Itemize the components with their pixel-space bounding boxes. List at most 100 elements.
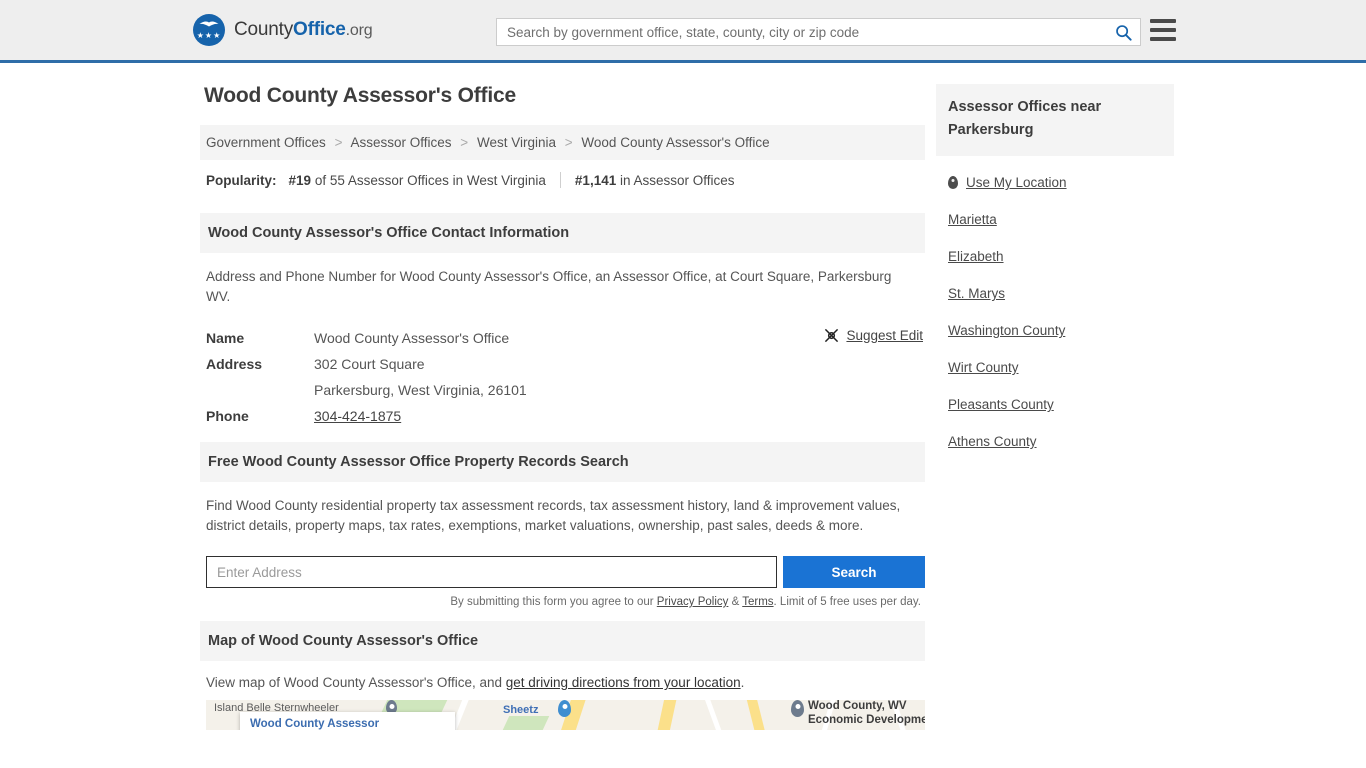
map-description-prefix: View map of Wood County Assessor's Offic… <box>206 675 506 690</box>
contact-table: Suggest Edit Name Wood County Assessor's… <box>200 325 925 429</box>
map-pin-wood-county <box>791 700 804 717</box>
map-description: View map of Wood County Assessor's Offic… <box>200 661 925 700</box>
sidebar-item-pleasants-county[interactable]: Pleasants County <box>948 386 1174 423</box>
map-info-card[interactable]: Wood County Assessor <box>240 712 455 730</box>
disclaimer-suffix: . Limit of 5 free uses per day. <box>773 596 921 608</box>
map-road <box>704 700 723 730</box>
phone-link[interactable]: 304-424-1875 <box>314 408 401 424</box>
disclaimer-prefix: By submitting this form you agree to our <box>450 596 657 608</box>
popularity-overall-rank: #1,141 <box>574 172 617 188</box>
breadcrumb-separator: > <box>334 135 343 150</box>
sidebar-item-label[interactable]: Wirt County <box>948 360 1019 375</box>
logo-highlight: Office <box>293 19 346 40</box>
property-search-button[interactable]: Search <box>783 556 925 588</box>
property-search-section-header: Free Wood County Assessor Office Propert… <box>200 442 925 482</box>
map-label-sheetz: Sheetz <box>503 704 539 716</box>
breadcrumb: Government Offices > Assessor Offices > … <box>200 125 925 160</box>
popularity-divider <box>559 172 561 188</box>
hamburger-bar <box>1150 19 1176 23</box>
edit-icon <box>825 328 839 343</box>
map-road <box>746 700 766 730</box>
contact-row-city-state-zip: Parkersburg, West Virginia, 26101 <box>206 377 925 403</box>
contact-section-header: Wood County Assessor's Office Contact In… <box>200 213 925 253</box>
eagle-wings-icon <box>199 21 219 27</box>
map-road <box>656 700 678 730</box>
sidebar-item-label[interactable]: Washington County <box>948 323 1065 338</box>
sidebar-item-elizabeth[interactable]: Elizabeth <box>948 238 1174 275</box>
map-description-suffix: . <box>740 675 745 690</box>
page-title: Wood County Assessor's Office <box>204 84 516 107</box>
sidebar-item-use-my-location[interactable]: Use My Location <box>948 164 1174 201</box>
map-label-economic-development: Economic Development <box>808 714 925 726</box>
site-header: ★★★ CountyOffice.org <box>0 0 1366 63</box>
search-icon <box>1115 24 1132 41</box>
terms-link[interactable]: Terms <box>742 596 773 608</box>
hamburger-menu-icon[interactable] <box>1150 19 1176 41</box>
search-submit-button[interactable] <box>1106 19 1140 45</box>
main-column: Wood County Assessor's Office Government… <box>200 84 925 730</box>
popularity-state-rank: #19 <box>288 172 312 188</box>
map-green-area <box>502 716 550 730</box>
contact-value-name: Wood County Assessor's Office <box>314 330 510 346</box>
logo-prefix: County <box>234 19 294 40</box>
sidebar-item-label[interactable]: Athens County <box>948 434 1037 449</box>
sidebar-item-st-marys[interactable]: St. Marys <box>948 275 1174 312</box>
contact-label-name: Name <box>206 330 245 346</box>
breadcrumb-item-government-offices[interactable]: Government Offices <box>206 135 326 150</box>
contact-row-address: Address 302 Court Square <box>206 351 925 377</box>
global-search-box[interactable] <box>496 18 1141 46</box>
breadcrumb-item-current: Wood County Assessor's Office <box>581 135 770 150</box>
hamburger-bar <box>1150 37 1176 41</box>
search-input[interactable] <box>497 19 1106 45</box>
sidebar-item-marietta[interactable]: Marietta <box>948 201 1174 238</box>
breadcrumb-separator: > <box>460 135 469 150</box>
site-logo[interactable]: ★★★ CountyOffice.org <box>193 14 373 46</box>
sidebar-item-label[interactable]: Marietta <box>948 212 997 227</box>
sidebar-list: Use My Location Marietta Elizabeth St. M… <box>936 156 1174 460</box>
privacy-policy-link[interactable]: Privacy Policy <box>657 596 729 608</box>
contact-value-street: 302 Court Square <box>314 356 425 372</box>
map-pin-sheetz <box>558 700 571 717</box>
contact-row-phone: Phone 304-424-1875 <box>206 403 925 429</box>
logo-stars-icon: ★★★ <box>196 31 222 40</box>
sidebar-item-label[interactable]: Pleasants County <box>948 397 1054 412</box>
popularity-overall-text: in Assessor Offices <box>619 172 735 188</box>
popularity-state-text: of 55 Assessor Offices in West Virginia <box>314 172 546 188</box>
site-logo-text: CountyOffice.org <box>234 19 373 41</box>
sidebar-item-label[interactable]: Elizabeth <box>948 249 1004 264</box>
sidebar-title: Assessor Offices near Parkersburg <box>936 84 1174 156</box>
address-input[interactable] <box>206 556 777 588</box>
driving-directions-link[interactable]: get driving directions from your locatio… <box>506 675 741 690</box>
contact-label-address: Address <box>206 356 263 372</box>
contact-description: Address and Phone Number for Wood County… <box>206 269 892 304</box>
map-canvas: Island Belle Sternwheeler Sheetz Wood Co… <box>206 700 925 730</box>
contact-value-city-state-zip: Parkersburg, West Virginia, 26101 <box>314 382 527 398</box>
sidebar: Assessor Offices near Parkersburg Use My… <box>936 84 1174 460</box>
sidebar-item-label[interactable]: St. Marys <box>948 286 1005 301</box>
sidebar-item-label[interactable]: Use My Location <box>966 175 1067 190</box>
sidebar-item-athens-county[interactable]: Athens County <box>948 423 1174 460</box>
property-search-description: Find Wood County residential property ta… <box>206 498 901 533</box>
contact-row-name: Name Wood County Assessor's Office <box>206 325 925 351</box>
form-disclaimer: By submitting this form you agree to our… <box>200 596 921 608</box>
map-embed[interactable]: Island Belle Sternwheeler Sheetz Wood Co… <box>206 700 925 730</box>
property-search-form: Search <box>206 556 925 588</box>
breadcrumb-item-assessor-offices[interactable]: Assessor Offices <box>350 135 451 150</box>
map-label-wood-county: Wood County, WV <box>808 700 907 712</box>
map-section-header: Map of Wood County Assessor's Office <box>200 621 925 661</box>
content-wrapper: Wood County Assessor's Office Government… <box>200 84 1366 730</box>
popularity-row: Popularity: #19 of 55 Assessor Offices i… <box>200 160 925 200</box>
county-office-logo-icon: ★★★ <box>193 14 225 46</box>
sidebar-item-wirt-county[interactable]: Wirt County <box>948 349 1174 386</box>
map-info-card-title: Wood County Assessor <box>250 718 380 730</box>
sidebar-item-washington-county[interactable]: Washington County <box>948 312 1174 349</box>
suggest-edit-button[interactable]: Suggest Edit <box>824 328 923 343</box>
suggest-edit-label: Suggest Edit <box>846 328 923 343</box>
logo-suffix: .org <box>345 22 373 39</box>
hamburger-bar <box>1150 28 1176 32</box>
location-pin-icon <box>948 176 958 189</box>
breadcrumb-separator: > <box>564 135 573 150</box>
page-body: Wood County Assessor's Office Government… <box>0 84 1366 730</box>
breadcrumb-item-west-virginia[interactable]: West Virginia <box>477 135 556 150</box>
popularity-label: Popularity: <box>206 172 277 188</box>
